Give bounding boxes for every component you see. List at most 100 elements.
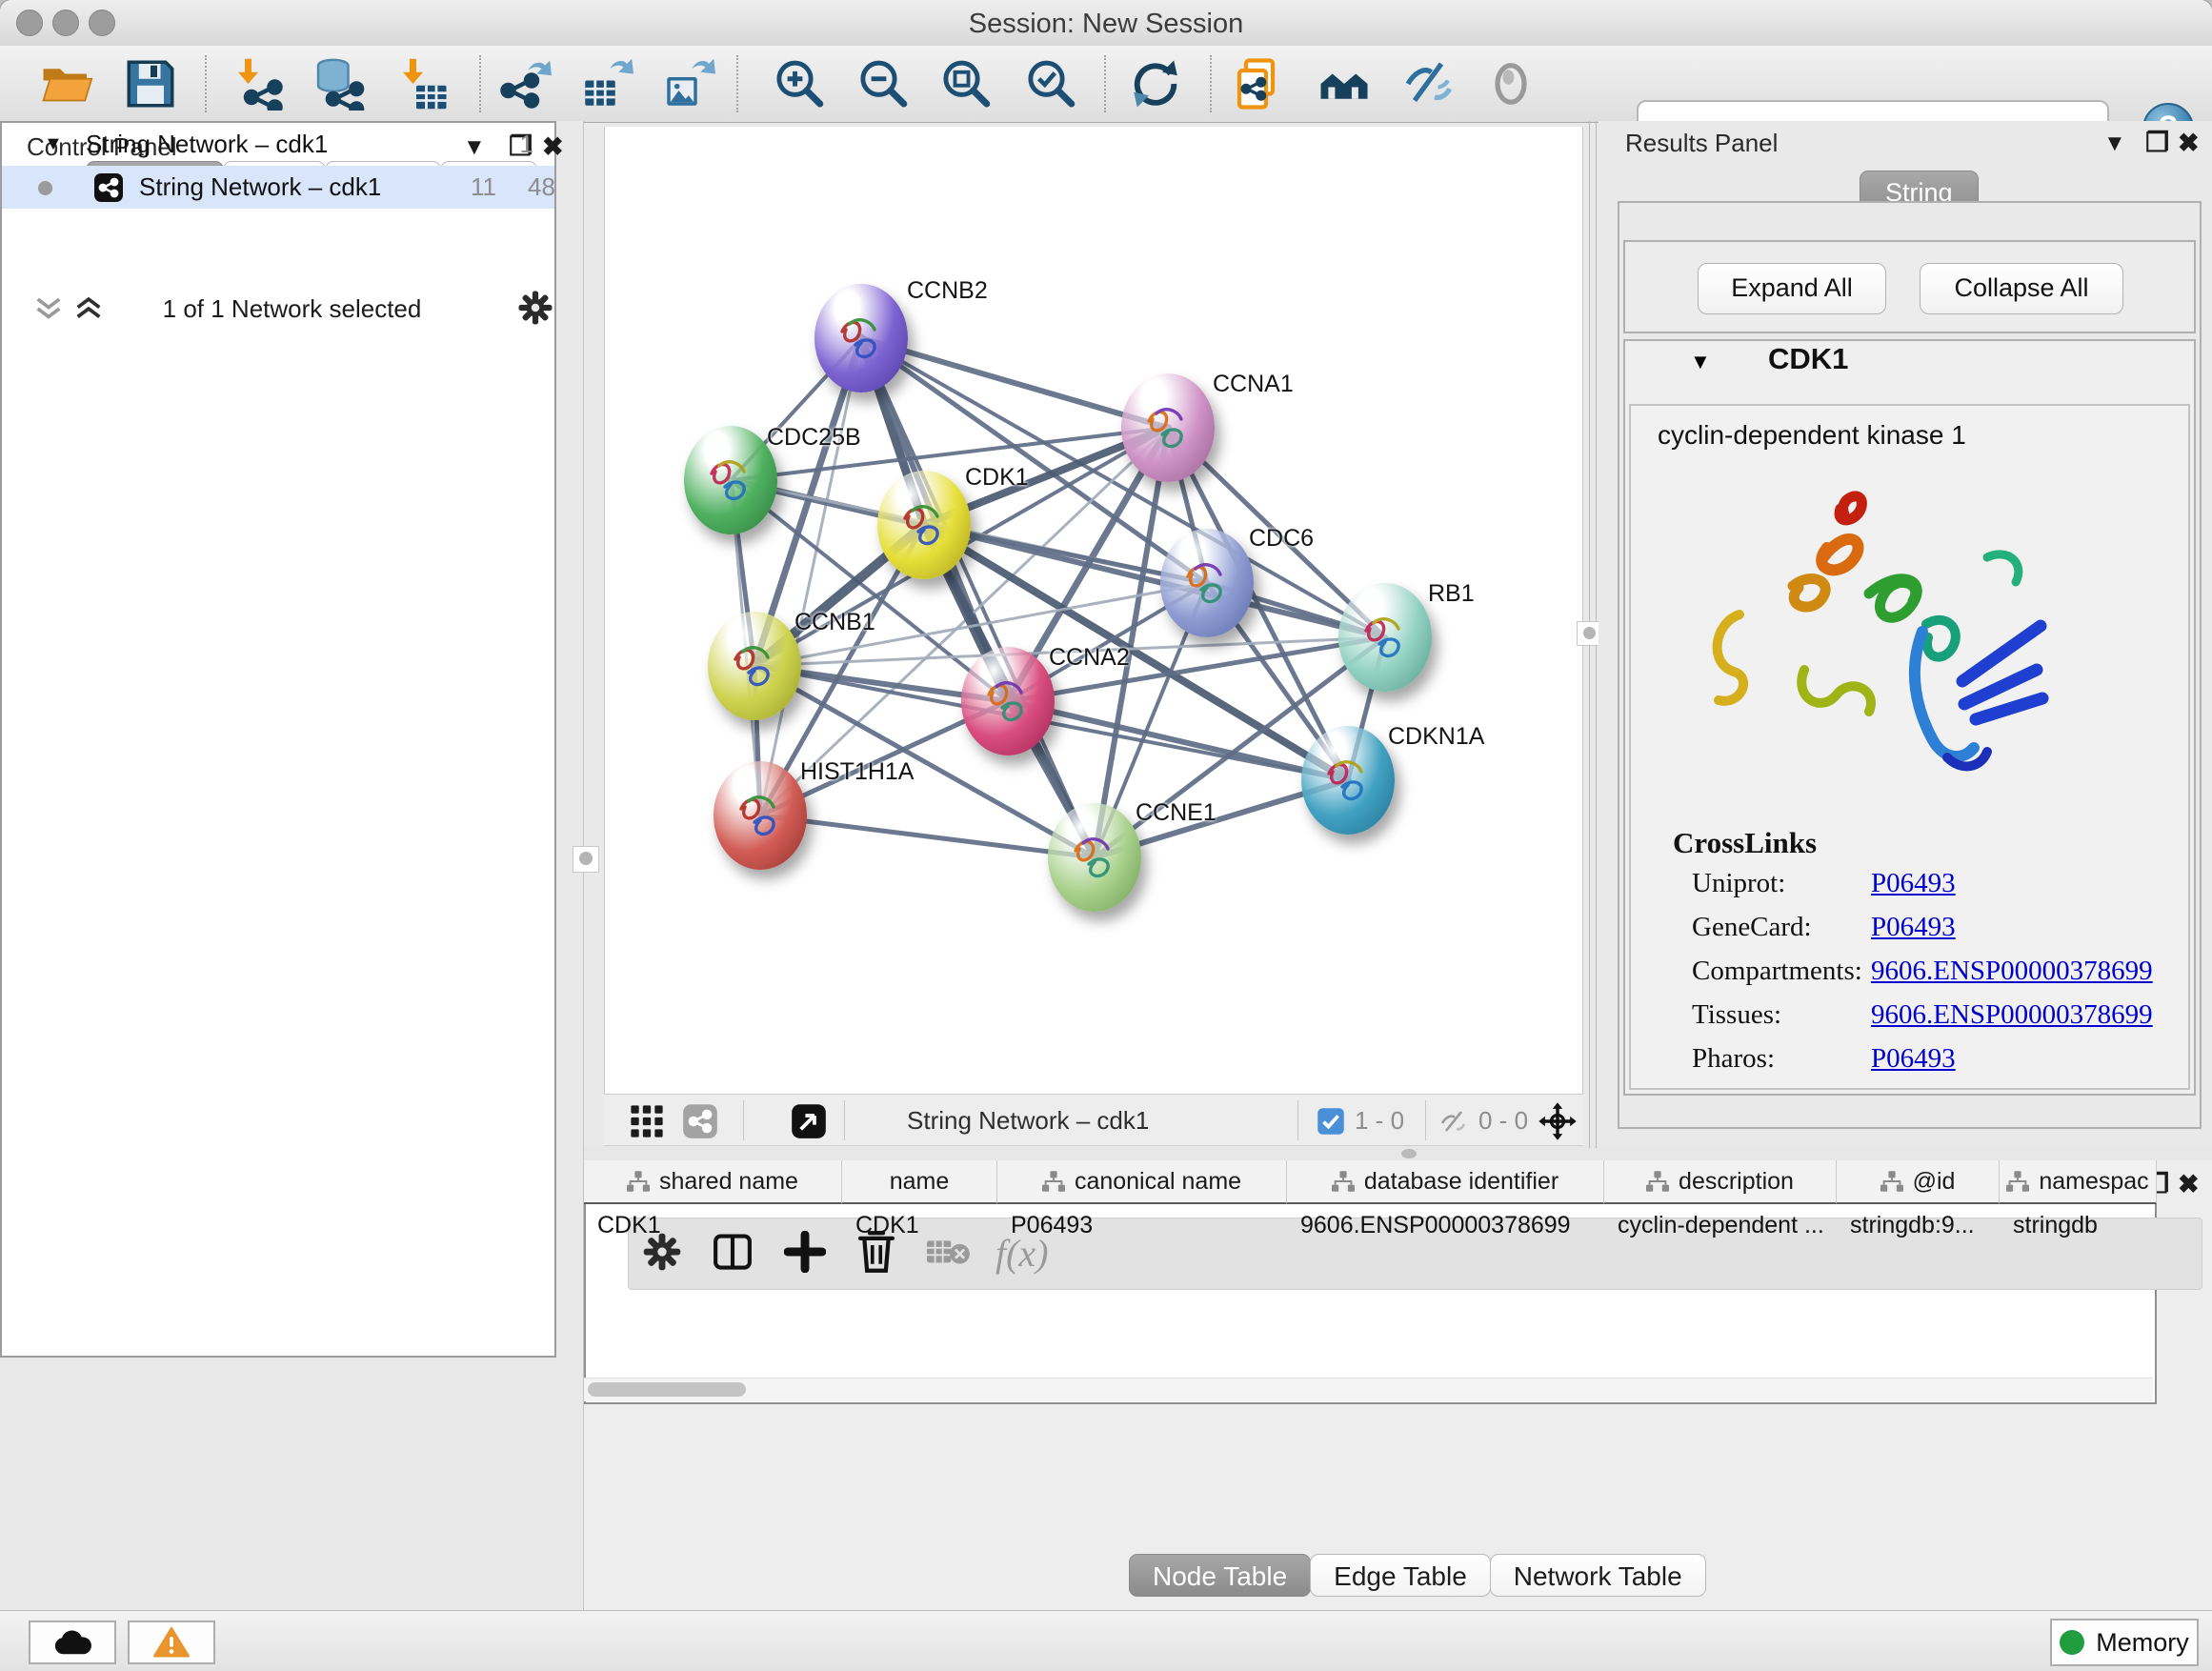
selected-checkbox-icon[interactable] [1317, 1107, 1345, 1136]
collapse-all-button[interactable]: Collapse All [1920, 263, 2123, 314]
node-CCNE1[interactable] [1048, 803, 1141, 912]
edge-CCNA2-CDKN1A[interactable] [1008, 701, 1348, 780]
main-toolbar: ? [0, 46, 2212, 123]
tab-edge-table[interactable]: Edge Table [1310, 1554, 1491, 1597]
crosslink-value[interactable]: P06493 [1871, 868, 1956, 899]
splitter-handle[interactable] [573, 846, 599, 873]
import-network-icon[interactable] [231, 57, 285, 111]
hidden-count: 0 - 0 [1478, 1106, 1528, 1136]
crosslink-label: Tissues: [1692, 999, 1781, 1031]
node-CDK1[interactable] [877, 471, 971, 579]
table-cell[interactable]: stringdb [2000, 1206, 2157, 1244]
results-panel-collapse-icon[interactable]: ▼ [2103, 131, 2126, 157]
node-HIST1H1A[interactable] [714, 761, 807, 870]
zoom-in-icon[interactable] [772, 57, 825, 111]
column-header-6[interactable]: namespac [2000, 1160, 2157, 1204]
node-CDC6[interactable] [1160, 529, 1254, 637]
status-divider [743, 1100, 744, 1140]
node-CDKN1A[interactable] [1301, 726, 1395, 835]
node-label-CDKN1A: CDKN1A [1388, 723, 1484, 751]
column-type-icon [1880, 1171, 1903, 1192]
edge-CDK1-RB1[interactable] [924, 525, 1385, 637]
zoom-fit-icon[interactable] [938, 57, 992, 111]
tree-expander-icon[interactable]: ▼ [44, 123, 63, 166]
protein-thumbnail-icon [730, 780, 791, 851]
node-RB1[interactable] [1338, 583, 1432, 692]
results-panel-float-icon[interactable]: ❐ [2145, 127, 2169, 158]
import-network-from-database-icon[interactable] [312, 57, 365, 111]
column-header-3[interactable]: database identifier [1287, 1160, 1604, 1204]
column-header-1[interactable]: name [842, 1160, 997, 1204]
results-panel-close-icon[interactable]: ✖ [2178, 129, 2200, 158]
show-all-networks-icon[interactable] [1317, 57, 1371, 111]
tab-node-table[interactable]: Node Table [1129, 1554, 1311, 1597]
table-hscrollbar[interactable] [584, 1378, 2153, 1401]
column-header-0[interactable]: shared name [584, 1160, 842, 1204]
node-CCNB1[interactable] [708, 612, 801, 720]
node-CCNA2[interactable] [961, 647, 1055, 755]
crosslink-value[interactable]: P06493 [1871, 1043, 1956, 1075]
table-cell[interactable]: CDK1 [842, 1206, 997, 1244]
cloud-button[interactable] [29, 1621, 116, 1664]
crosslink-value[interactable]: P06493 [1871, 912, 1956, 943]
clone-network-icon[interactable] [1233, 57, 1286, 111]
save-session-icon[interactable] [124, 57, 177, 111]
fit-content-crosshair-icon[interactable] [1538, 1101, 1578, 1141]
network-view-icon[interactable] [682, 1103, 718, 1139]
tab-network-table[interactable]: Network Table [1490, 1554, 1706, 1597]
gene-description: cyclin-dependent kinase 1 [1658, 420, 1966, 451]
detach-view-icon[interactable] [791, 1103, 827, 1139]
column-header-label: canonical name [1075, 1168, 1241, 1196]
column-header-label: name [890, 1168, 950, 1196]
network-options-gear-icon[interactable] [516, 289, 554, 327]
table-panel-close-icon[interactable]: ✖ [2178, 1170, 2200, 1199]
table-cell[interactable]: cyclin-dependent ... [1604, 1206, 1837, 1244]
toolbar-separator [736, 55, 738, 112]
column-header-5[interactable]: @id [1837, 1160, 2000, 1204]
table-cell[interactable]: stringdb:9... [1837, 1206, 2000, 1244]
zoom-selected-icon[interactable] [1023, 57, 1076, 111]
node-CCNB2[interactable] [814, 284, 908, 393]
protein-thumbnail-icon [724, 631, 785, 701]
import-table-icon[interactable] [396, 57, 450, 111]
crosslink-label: Pharos: [1692, 1043, 1775, 1075]
zoom-out-icon[interactable] [855, 57, 909, 111]
open-session-icon[interactable] [40, 57, 93, 111]
warning-button[interactable] [128, 1621, 215, 1664]
export-table-icon[interactable] [580, 57, 633, 111]
edge-CCNB2-HIST1H1A[interactable] [760, 338, 861, 815]
column-header-label: namespac [2039, 1168, 2148, 1196]
crosslink-value[interactable]: 9606.ENSP00000378699 [1871, 999, 2153, 1031]
edge-HIST1H1A-CCNE1[interactable] [760, 815, 1095, 857]
protein-thumbnail-icon [1176, 548, 1237, 618]
collection-count: 1 [520, 123, 533, 166]
network-tree-root-row[interactable]: ▼ String Network – cdk1 1 [2, 123, 554, 166]
column-type-icon [2006, 1171, 2029, 1192]
node-CDC25B[interactable] [684, 426, 777, 534]
hide-selected-icon[interactable] [1401, 57, 1455, 111]
horizontal-splitter[interactable] [584, 1146, 2212, 1160]
hidden-eye-slash-icon[interactable] [1438, 1107, 1469, 1136]
crosslink-value[interactable]: 9606.ENSP00000378699 [1871, 956, 2153, 987]
node-CCNA1[interactable] [1121, 373, 1215, 482]
status-divider [844, 1100, 845, 1140]
export-network-icon[interactable] [498, 57, 552, 111]
grid-view-icon[interactable] [629, 1103, 665, 1139]
table-cell[interactable]: 9606.ENSP00000378699 [1287, 1206, 1604, 1244]
network-view-title: String Network – cdk1 [907, 1106, 1149, 1136]
protein-thumbnail-icon [1317, 745, 1378, 815]
show-hidden-icon[interactable] [1484, 57, 1538, 111]
gene-section-expander-icon[interactable]: ▼ [1690, 350, 1711, 374]
network-canvas[interactable]: CCNB2CCNA1CDC25BCDK1CDC6RB1CCNB1CCNA2CDK… [604, 127, 1583, 1094]
refresh-icon[interactable] [1129, 57, 1182, 111]
column-type-icon [1332, 1171, 1355, 1192]
export-image-icon[interactable] [662, 57, 715, 111]
column-header-4[interactable]: description [1604, 1160, 1837, 1204]
column-header-2[interactable]: canonical name [997, 1160, 1287, 1204]
network-tree-network-row[interactable]: String Network – cdk1 11 48 [2, 166, 554, 209]
table-cell[interactable]: P06493 [997, 1206, 1287, 1244]
memory-button[interactable]: Memory [2050, 1619, 2199, 1666]
expand-all-button[interactable]: Expand All [1698, 263, 1886, 314]
node-label-CDC6: CDC6 [1249, 525, 1314, 553]
table-cell[interactable]: CDK1 [584, 1206, 842, 1244]
